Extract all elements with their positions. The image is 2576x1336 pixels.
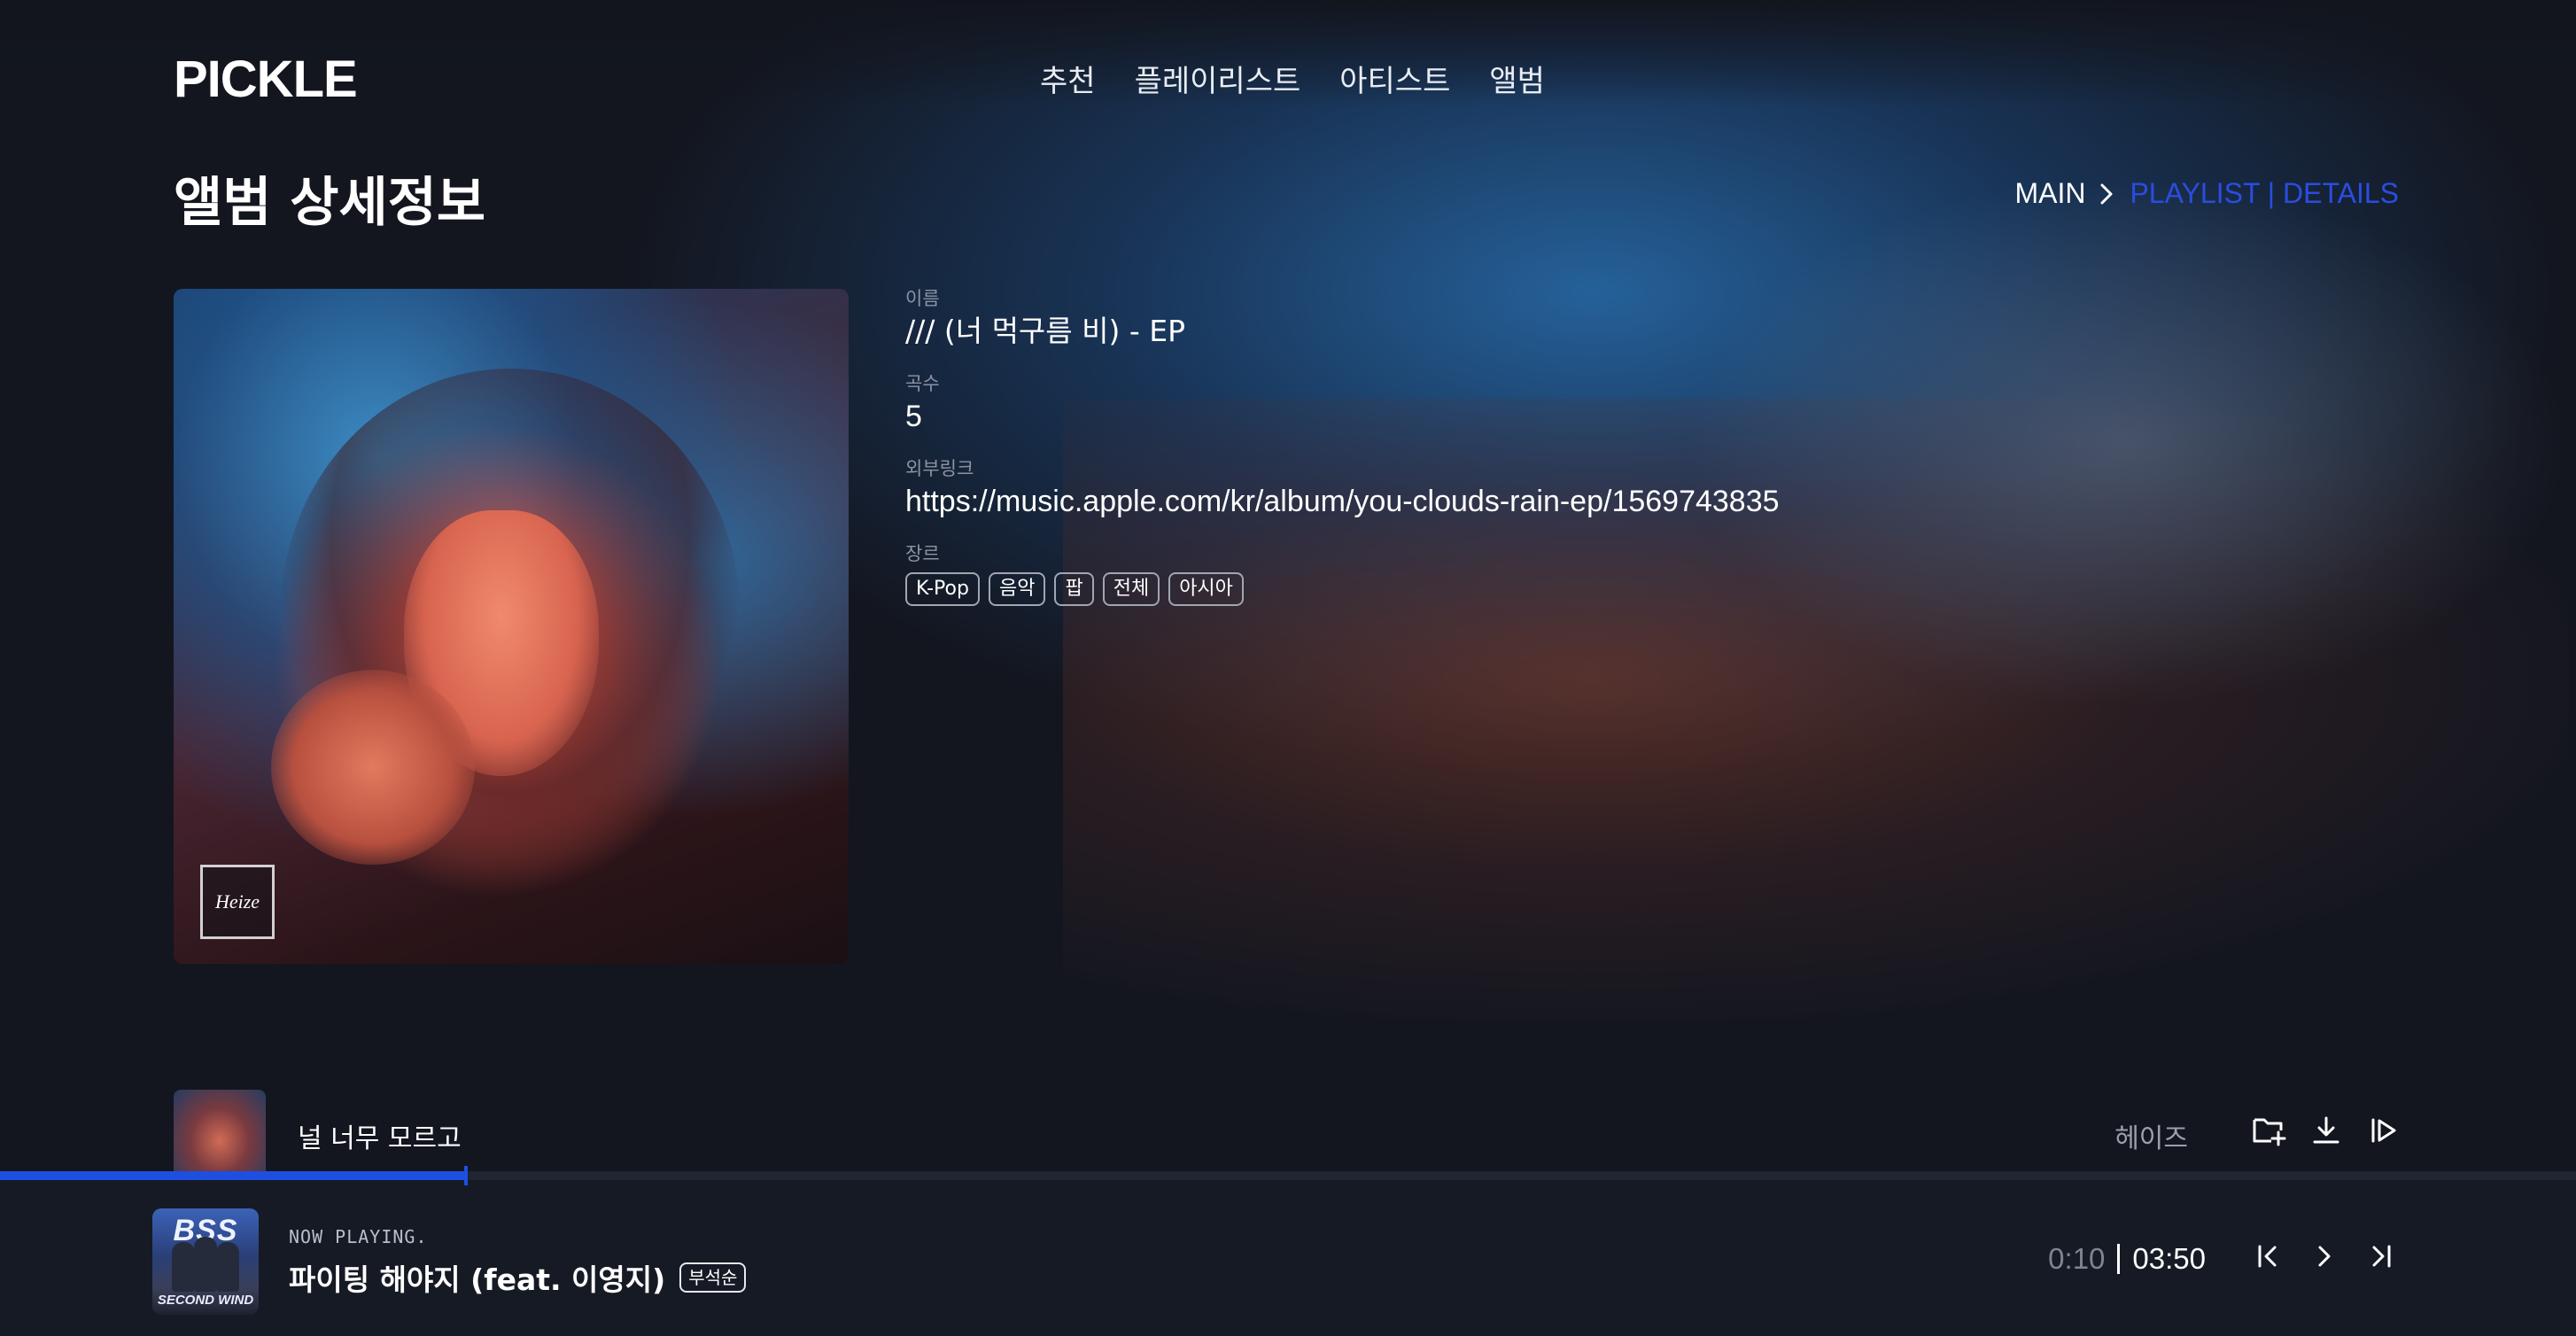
duration: 03:50	[2132, 1242, 2206, 1275]
download-icon[interactable]	[2308, 1113, 2344, 1148]
external-link-label: 외부링크	[905, 458, 974, 479]
track-title[interactable]: 널 너무 모르고	[298, 1116, 462, 1155]
genre-tag[interactable]: 팝	[1054, 572, 1094, 606]
time-separator	[2117, 1244, 2121, 1274]
album-name-label: 이름	[905, 288, 940, 309]
cover-subtitle-text: SECOND WIND	[157, 1293, 254, 1308]
play-icon[interactable]	[2307, 1239, 2342, 1274]
progress-handle[interactable]	[464, 1166, 468, 1185]
track-row[interactable]: 널 너무 모르고 헤이즈	[174, 1090, 2401, 1175]
album-name: /// (너 먹구름 비) - EP	[905, 314, 1186, 348]
chevron-right-icon	[2099, 183, 2114, 206]
progress-fill	[0, 1171, 466, 1180]
album-cover: Heize	[174, 289, 849, 964]
now-playing-bar: BSS SECOND WIND NOW PLAYING. 파이팅 해야지 (fe…	[0, 1180, 2576, 1336]
skip-previous-icon[interactable]	[2250, 1239, 2285, 1274]
playback-progress-bar[interactable]	[0, 1166, 2576, 1185]
genre-tag[interactable]: 전체	[1102, 572, 1160, 606]
nav-item-artist[interactable]: 아티스트	[1339, 57, 1450, 100]
playback-time: 0:10 03:50	[2048, 1242, 2206, 1276]
genre-tag[interactable]: 아시아	[1168, 572, 1244, 606]
skip-next-icon[interactable]	[2363, 1239, 2399, 1274]
album-cover-mark: Heize	[200, 865, 275, 939]
breadcrumb-active[interactable]: PLAYLIST | DETAILS	[2130, 177, 2399, 210]
nav-item-playlist[interactable]: 플레이리스트	[1135, 57, 1301, 100]
page-title: 앨범 상세정보	[174, 172, 486, 234]
track-artist[interactable]: 헤이즈	[2114, 1116, 2188, 1155]
now-playing-title-row: 파이팅 해야지 (feat. 이영지) 부석순	[289, 1256, 747, 1299]
track-count: 5	[905, 400, 922, 433]
genre-label: 장르	[905, 543, 940, 564]
genre-tags: K-Pop 음악 팝 전체 아시아	[905, 572, 1780, 606]
playback-controls	[2250, 1239, 2399, 1274]
folder-add-icon[interactable]	[2252, 1113, 2287, 1148]
track-thumbnail	[174, 1090, 266, 1175]
now-playing-label: NOW PLAYING.	[289, 1226, 428, 1247]
external-link[interactable]: https://music.apple.com/kr/album/you-clo…	[905, 482, 1780, 521]
album-info: 이름 /// (너 먹구름 비) - EP 곡수 5 외부링크 https://…	[905, 285, 1780, 625]
genre-tag[interactable]: 음악	[988, 572, 1046, 606]
genre-tag[interactable]: K-Pop	[905, 572, 980, 606]
breadcrumb: MAIN PLAYLIST | DETAILS	[2014, 177, 2399, 210]
main-nav: 추천 플레이리스트 아티스트 앨범	[1040, 57, 1545, 100]
current-time: 0:10	[2048, 1242, 2106, 1275]
now-playing-cover[interactable]: BSS SECOND WIND	[152, 1208, 259, 1315]
breadcrumb-main[interactable]: MAIN	[2014, 177, 2085, 210]
now-playing-title[interactable]: 파이팅 해야지 (feat. 이영지)	[289, 1256, 665, 1299]
track-actions	[2252, 1113, 2401, 1148]
track-count-label: 곡수	[905, 373, 940, 394]
nav-item-album[interactable]: 앨범	[1489, 57, 1545, 100]
nav-item-recommend[interactable]: 추천	[1040, 57, 1096, 100]
logo[interactable]: PICKLE	[174, 50, 358, 109]
artist-badge[interactable]: 부석순	[679, 1262, 747, 1293]
play-next-icon[interactable]	[2365, 1113, 2401, 1148]
